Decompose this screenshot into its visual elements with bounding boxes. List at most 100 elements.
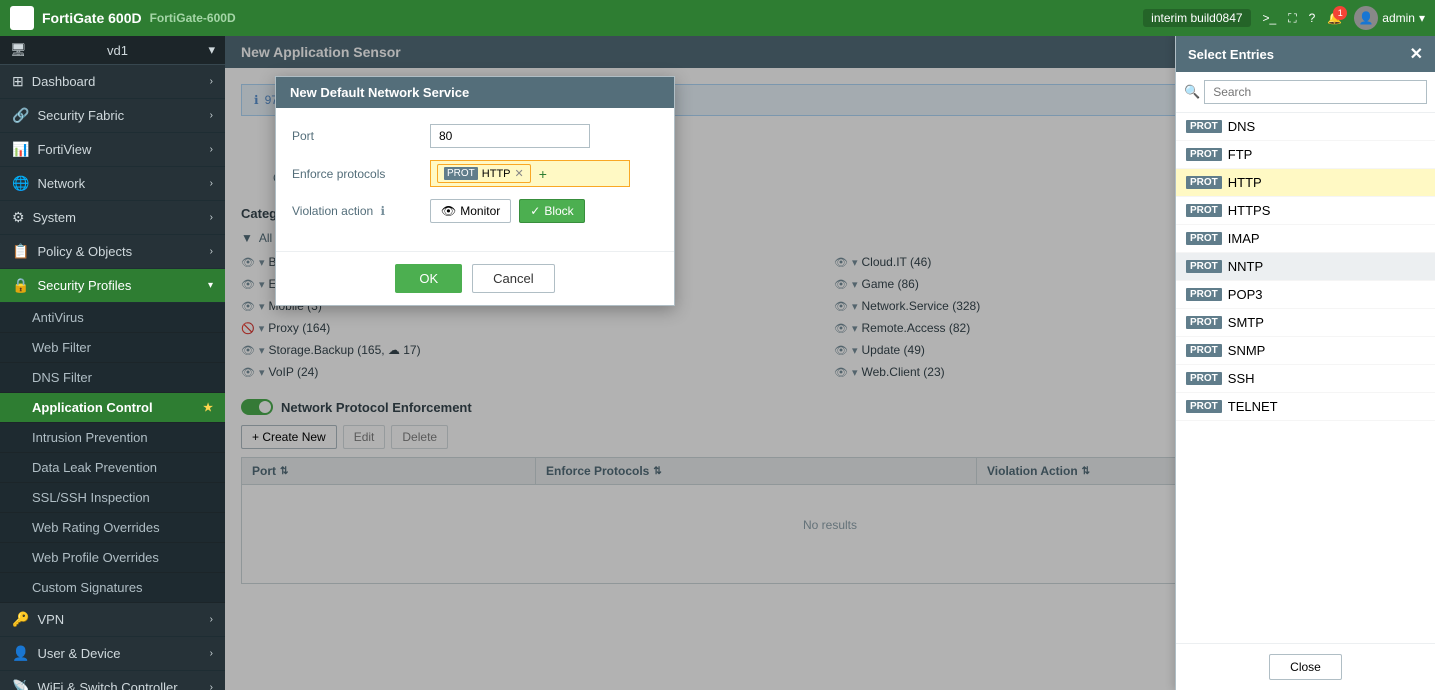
sidebar-item-web-rating[interactable]: Web Rating Overrides	[0, 513, 225, 543]
sidebar-item-network[interactable]: 🌐 Network ›	[0, 167, 225, 201]
product-name: FortiGate 600D	[42, 10, 142, 26]
sidebar-item-fortiview[interactable]: 📊 FortiView ›	[0, 133, 225, 167]
enforce-label: Enforce protocols	[292, 167, 422, 181]
sidebar-item-vpn[interactable]: 🔑 VPN ›	[0, 603, 225, 637]
se-item-dns[interactable]: PROT DNS	[1176, 113, 1435, 141]
chevron-right-icon: ›	[210, 246, 213, 257]
select-entries-panel: Select Entries ✕ 🔍 PROT DNS PROT FTP PRO…	[1175, 36, 1435, 690]
search-icon: 🔍	[1184, 84, 1200, 100]
se-item-label: IMAP	[1228, 231, 1260, 246]
prot-badge: PROT	[1186, 120, 1222, 133]
chevron-right-icon: ›	[210, 144, 213, 155]
sidebar-item-user-device[interactable]: 👤 User & Device ›	[0, 637, 225, 671]
sidebar-item-custom-sig[interactable]: Custom Signatures	[0, 573, 225, 603]
admin-menu[interactable]: 👤 admin ▾	[1354, 6, 1425, 30]
se-footer: Close	[1176, 643, 1435, 690]
help-icon[interactable]: ?	[1309, 11, 1316, 25]
chevron-right-icon: ›	[210, 212, 213, 223]
sidebar-label: FortiView	[37, 142, 91, 157]
sidebar-item-wifi[interactable]: 📡 WiFi & Switch Controller ›	[0, 671, 225, 690]
se-item-nntp[interactable]: PROT NNTP	[1176, 253, 1435, 281]
sidebar-label: Security Profiles	[37, 278, 131, 293]
sidebar-item-data-leak[interactable]: Data Leak Prevention	[0, 453, 225, 483]
se-item-ftp[interactable]: PROT FTP	[1176, 141, 1435, 169]
sidebar-item-web-profile[interactable]: Web Profile Overrides	[0, 543, 225, 573]
add-protocol-icon[interactable]: +	[535, 166, 551, 182]
vd-selector[interactable]: 🖥 vd1 ▾	[0, 36, 225, 65]
monitor-button[interactable]: 👁 Monitor	[430, 199, 511, 223]
topbar-right: interim build0847 >_ ⛶ ? 🔔1 👤 admin ▾	[1143, 6, 1425, 30]
port-label: Port	[292, 129, 422, 143]
violation-options: 👁 Monitor ✓ Block	[430, 199, 585, 223]
vd-icon: 🖥	[10, 42, 27, 58]
sidebar-label: Policy & Objects	[37, 244, 132, 259]
sidebar-item-policy[interactable]: 📋 Policy & Objects ›	[0, 235, 225, 269]
port-input[interactable]	[430, 124, 590, 148]
vpn-icon: 🔑	[12, 611, 29, 628]
http-protocol-tag[interactable]: PROT HTTP ✕	[437, 164, 531, 183]
sidebar-item-antivirus[interactable]: AntiVirus	[0, 303, 225, 333]
main-layout: 🖥 vd1 ▾ ⊞ Dashboard › 🔗 Security Fabric …	[0, 36, 1435, 690]
product-subtitle: FortiGate-600D	[150, 11, 236, 25]
se-item-label: POP3	[1228, 287, 1263, 302]
build-info[interactable]: interim build0847	[1143, 9, 1250, 27]
protocol-tags-wrapper[interactable]: PROT HTTP ✕ +	[430, 160, 630, 187]
sidebar-item-security-profiles[interactable]: 🔒 Security Profiles ▾	[0, 269, 225, 303]
sidebar-item-web-filter[interactable]: Web Filter	[0, 333, 225, 363]
se-item-telnet[interactable]: PROT TELNET	[1176, 393, 1435, 421]
sidebar-item-dashboard[interactable]: ⊞ Dashboard ›	[0, 65, 225, 99]
terminal-icon[interactable]: >_	[1263, 11, 1277, 25]
se-item-https[interactable]: PROT HTTPS	[1176, 197, 1435, 225]
sidebar-item-system[interactable]: ⚙ System ›	[0, 201, 225, 235]
prot-badge: PROT	[444, 167, 478, 180]
sidebar-label: Security Fabric	[37, 108, 124, 123]
se-item-label: SNMP	[1228, 343, 1266, 358]
se-item-snmp[interactable]: PROT SNMP	[1176, 337, 1435, 365]
se-item-label: FTP	[1228, 147, 1253, 162]
monitor-label: Monitor	[460, 204, 500, 218]
se-item-ssh[interactable]: PROT SSH	[1176, 365, 1435, 393]
se-item-smtp[interactable]: PROT SMTP	[1176, 309, 1435, 337]
chevron-right-icon: ›	[210, 614, 213, 625]
cancel-button[interactable]: Cancel	[472, 264, 554, 293]
sidebar-item-security-fabric[interactable]: 🔗 Security Fabric ›	[0, 99, 225, 133]
sidebar-item-dns-filter[interactable]: DNS Filter	[0, 363, 225, 393]
network-icon: 🌐	[12, 175, 29, 192]
se-search[interactable]: 🔍	[1176, 72, 1435, 113]
se-item-label: TELNET	[1228, 399, 1278, 414]
sidebar-label: VPN	[37, 612, 64, 627]
se-item-label: DNS	[1228, 119, 1255, 134]
ndns-dialog: New Default Network Service Port Enforce…	[275, 76, 675, 306]
block-button[interactable]: ✓ Block	[519, 199, 584, 223]
prot-badge: PROT	[1186, 400, 1222, 413]
logo: FortiGate 600D FortiGate-600D	[10, 6, 236, 30]
sidebar: 🖥 vd1 ▾ ⊞ Dashboard › 🔗 Security Fabric …	[0, 36, 225, 690]
check-icon: ✓	[530, 204, 540, 218]
close-icon[interactable]: ✕	[1410, 44, 1423, 64]
dialog-footer: OK Cancel	[276, 251, 674, 305]
close-button[interactable]: Close	[1269, 654, 1342, 680]
ok-button[interactable]: OK	[395, 264, 462, 293]
se-search-input[interactable]	[1204, 80, 1427, 104]
prot-badge: PROT	[1186, 344, 1222, 357]
sidebar-item-app-control[interactable]: Application Control ★	[0, 393, 225, 423]
chevron-right-icon: ›	[210, 110, 213, 121]
se-item-imap[interactable]: PROT IMAP	[1176, 225, 1435, 253]
chevron-right-icon: ›	[210, 682, 213, 690]
user-icon: 👤	[12, 645, 29, 662]
sidebar-item-intrusion-prevention[interactable]: Intrusion Prevention	[0, 423, 225, 453]
tag-remove-icon[interactable]: ✕	[515, 167, 524, 180]
block-label: Block	[544, 204, 573, 218]
eye-icon: 👁	[441, 204, 456, 218]
info-icon[interactable]: ℹ	[381, 204, 386, 218]
security-profiles-icon: 🔒	[12, 277, 29, 294]
se-item-http[interactable]: PROT HTTP	[1176, 169, 1435, 197]
se-item-label: SMTP	[1228, 315, 1264, 330]
violation-label: Violation action ℹ	[292, 204, 422, 218]
sidebar-item-ssl-ssh[interactable]: SSL/SSH Inspection	[0, 483, 225, 513]
admin-arrow: ▾	[1419, 11, 1425, 25]
fullscreen-icon[interactable]: ⛶	[1288, 11, 1296, 26]
notification-bell[interactable]: 🔔1	[1327, 11, 1342, 25]
prot-badge: PROT	[1186, 372, 1222, 385]
se-item-pop3[interactable]: PROT POP3	[1176, 281, 1435, 309]
